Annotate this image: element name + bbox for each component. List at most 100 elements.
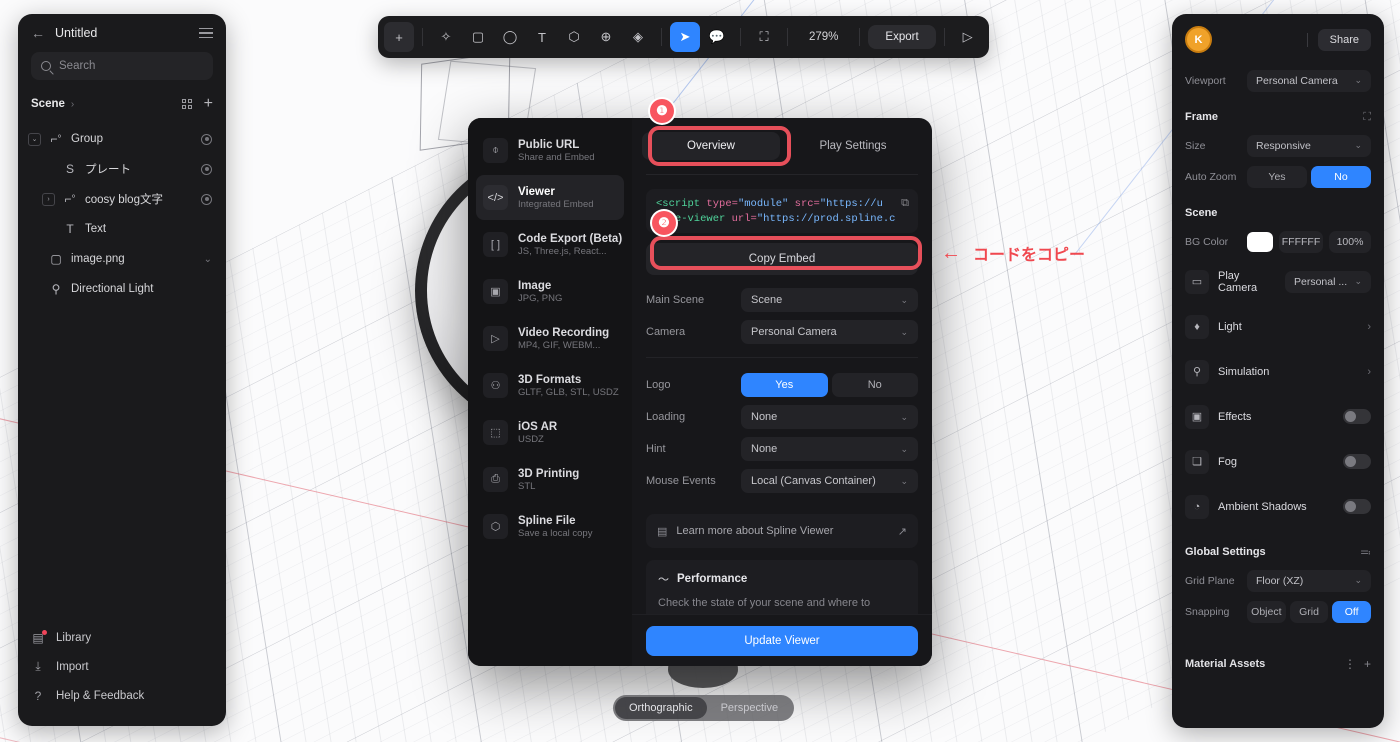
nav-item-3d-formats[interactable]: ⚇ 3D Formats GLTF, GLB, STL, USDZ — [476, 363, 624, 408]
hint-select[interactable]: None ⌄ — [741, 437, 918, 461]
nav-item-image[interactable]: ▣ Image JPG, PNG — [476, 269, 624, 314]
share-button[interactable]: Share — [1317, 28, 1371, 51]
logo-option-no[interactable]: No — [831, 373, 918, 397]
chevron-down-icon[interactable]: ⌄ — [28, 132, 41, 146]
nav-item-3d-printing[interactable]: ⎙ 3D Printing STL — [476, 457, 624, 502]
sliders-icon[interactable]: ≕ — [1360, 546, 1371, 559]
chevron-down-icon[interactable]: ⌄ — [204, 254, 212, 265]
export-button[interactable]: Export — [868, 25, 936, 49]
chevron-down-icon: ⌄ — [900, 294, 908, 305]
chevron-right-icon[interactable]: › — [1367, 366, 1371, 378]
snapping-option-off[interactable]: Off — [1332, 600, 1372, 623]
chevron-right-icon[interactable]: › — [1367, 321, 1371, 333]
avatar[interactable]: K — [1185, 26, 1212, 53]
visibility-icon[interactable] — [201, 133, 212, 145]
sidebar-item-import[interactable]: ⤓ Import — [31, 652, 213, 681]
text-icon[interactable]: T — [527, 22, 557, 52]
tree-item-plate[interactable]: S プレート — [28, 154, 218, 184]
tag-icon[interactable]: ◈ — [623, 22, 653, 52]
more-icon[interactable]: ⋮ — [1344, 657, 1356, 671]
tree-item-directional-light[interactable]: ⚲ Directional Light — [28, 274, 218, 304]
zoom-level[interactable]: 279% — [796, 31, 851, 43]
tree-item-coosy-blog[interactable]: › ⌐ ° coosy blog文字 — [28, 184, 218, 214]
tab-play-settings[interactable]: Play Settings — [784, 132, 922, 160]
ambient-shadows-toggle[interactable] — [1343, 499, 1371, 514]
nav-item-ios-ar[interactable]: ⬚ iOS AR USDZ — [476, 410, 624, 455]
layout-grid-icon[interactable] — [181, 99, 192, 109]
bg-color-opacity[interactable]: 100% — [1329, 230, 1371, 253]
rectangle-icon[interactable]: ▢ — [463, 22, 493, 52]
tree-item-group[interactable]: ⌄ ⌐ ° Group — [28, 124, 218, 154]
projection-option-perspective[interactable]: Perspective — [707, 697, 792, 719]
play-camera-select[interactable]: Personal ... ⌄ — [1285, 270, 1371, 293]
learn-more-link[interactable]: ▤ Learn more about Spline Viewer ↗ — [646, 514, 918, 548]
nav-item-title: Viewer — [518, 185, 555, 198]
row-effects[interactable]: ▣ Effects — [1185, 394, 1371, 439]
tree-item-image[interactable]: ▢ image.png ⌄ — [28, 244, 218, 274]
projection-option-orthographic[interactable]: Orthographic — [615, 697, 707, 719]
size-select[interactable]: Responsive ⌄ — [1247, 134, 1371, 157]
copy-icon[interactable]: ⧉ — [901, 197, 909, 212]
chevron-right-icon[interactable]: › — [42, 192, 55, 206]
row-simulation[interactable]: ⚲ Simulation › — [1185, 349, 1371, 394]
bg-color-swatch[interactable] — [1247, 231, 1273, 252]
nav-item-viewer[interactable]: </> Viewer Integrated Embed — [476, 175, 624, 220]
logo-option-yes[interactable]: Yes — [741, 373, 828, 397]
row-ambient-shadows[interactable]: ◔ Ambient Shadows — [1185, 484, 1371, 529]
viewport-select[interactable]: Personal Camera ⌄ — [1247, 69, 1371, 92]
main-scene-select[interactable]: Scene ⌄ — [741, 288, 918, 312]
nav-item-spline-file[interactable]: ⬡ Spline File Save a local copy — [476, 504, 624, 549]
auto-zoom-option-no[interactable]: No — [1311, 165, 1371, 188]
visibility-icon[interactable] — [201, 163, 212, 175]
printer-icon: ⎙ — [483, 467, 508, 492]
update-viewer-button[interactable]: Update Viewer — [646, 625, 918, 656]
visibility-icon[interactable] — [201, 193, 212, 205]
snapping-option-object[interactable]: Object — [1247, 600, 1286, 623]
magic-wand-icon[interactable]: ✧ — [431, 22, 461, 52]
cube-icon[interactable]: ⬡ — [559, 22, 589, 52]
sidebar-item-label: Library — [56, 631, 92, 644]
fog-toggle[interactable] — [1343, 454, 1371, 469]
copy-embed-button[interactable]: Copy Embed — [646, 243, 918, 275]
snapping-option-grid[interactable]: Grid — [1289, 600, 1329, 623]
bg-color-hex[interactable]: FFFFFF — [1279, 230, 1323, 253]
loading-select[interactable]: None ⌄ — [741, 405, 918, 429]
ellipse-icon[interactable]: ◯ — [495, 22, 525, 52]
chevron-right-icon[interactable]: › — [71, 99, 176, 110]
row-label: Play Camera — [1218, 269, 1258, 294]
tree-item-text[interactable]: T Text — [28, 214, 218, 244]
cursor-arrow-icon[interactable]: ➤ — [670, 22, 700, 52]
nav-item-title: Video Recording — [518, 326, 610, 339]
back-arrow-icon[interactable]: ← — [31, 26, 45, 40]
add-object-button[interactable]: + — [204, 96, 213, 112]
row-fog[interactable]: ❏ Fog — [1185, 439, 1371, 484]
search-icon — [41, 61, 51, 71]
sphere-icon[interactable]: ⊕ — [591, 22, 621, 52]
frame-icon[interactable]: ⛶ — [749, 22, 779, 52]
mouse-events-select[interactable]: Local (Canvas Container) ⌄ — [741, 469, 918, 493]
plus-icon[interactable]: + — [1364, 657, 1371, 671]
auto-zoom-option-yes[interactable]: Yes — [1247, 165, 1307, 188]
embed-code-block[interactable]: <script type="module" src="https://u lin… — [646, 189, 918, 233]
nav-item-video-recording[interactable]: ▷ Video Recording MP4, GIF, WEBM... — [476, 316, 624, 361]
fit-frame-icon[interactable]: ⛶ — [1363, 111, 1371, 124]
row-light[interactable]: ♦ Light › — [1185, 304, 1371, 349]
code-token: <script — [656, 198, 707, 210]
hamburger-menu-icon[interactable] — [199, 28, 213, 38]
camera-select[interactable]: Personal Camera ⌄ — [741, 320, 918, 344]
header-divider — [1306, 32, 1308, 47]
sidebar-item-help[interactable]: ? Help & Feedback — [31, 681, 213, 710]
effects-toggle[interactable] — [1343, 409, 1371, 424]
grid-plane-select[interactable]: Floor (XZ) ⌄ — [1247, 569, 1371, 592]
tab-overview[interactable]: Overview — [642, 132, 780, 160]
row-play-camera[interactable]: ▭ Play Camera Personal ... ⌄ — [1185, 259, 1371, 304]
nav-item-public-url[interactable]: ⌽ Public URL Share and Embed — [476, 128, 624, 173]
sidebar-item-library[interactable]: ▤ Library — [31, 623, 213, 652]
performance-title: Performance — [677, 573, 748, 585]
comment-icon[interactable]: 💬 — [702, 22, 732, 52]
add-button[interactable]: + — [384, 22, 414, 52]
search-input[interactable]: Search — [31, 52, 213, 80]
nav-item-code-export[interactable]: [ ] Code Export (Beta) JS, Three.js, Rea… — [476, 222, 624, 267]
row-label: Light — [1218, 320, 1242, 333]
play-icon[interactable]: ▷ — [953, 22, 983, 52]
